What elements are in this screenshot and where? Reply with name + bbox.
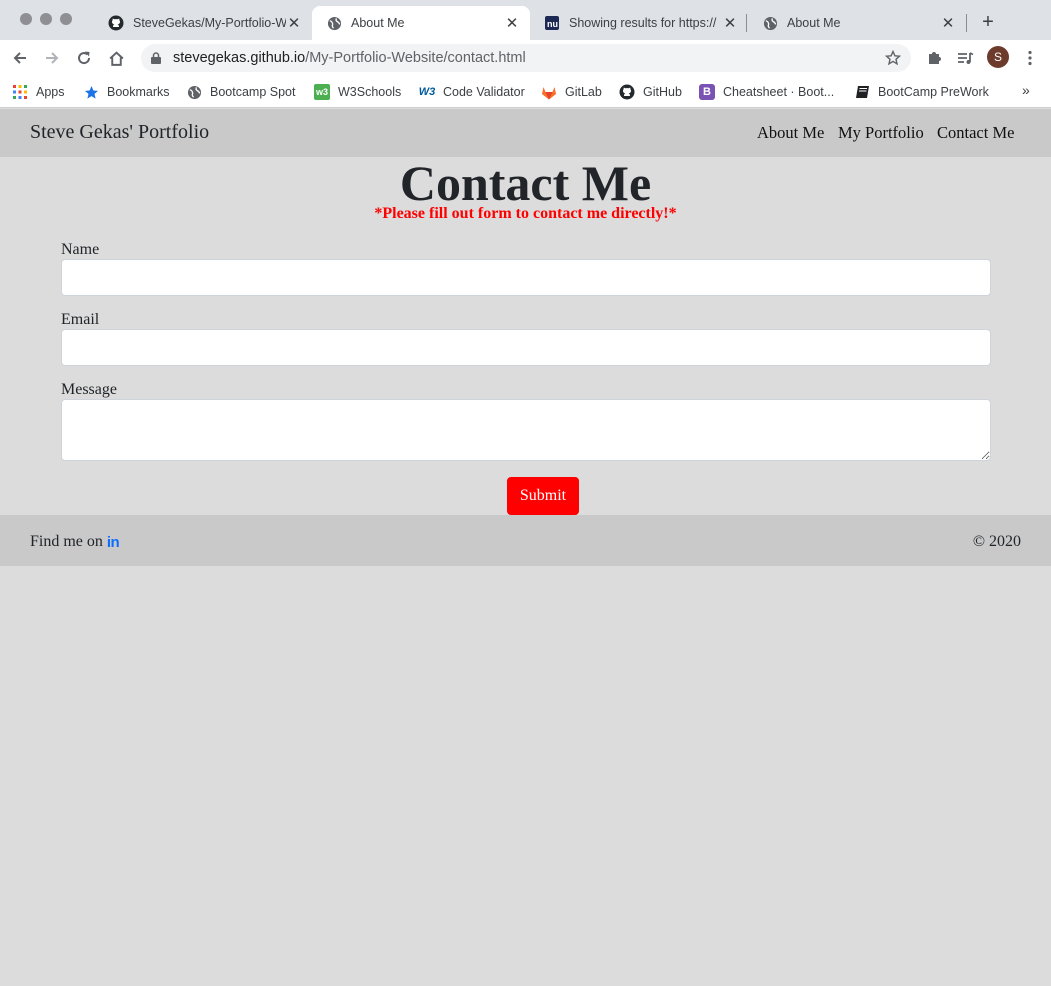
- w3c-icon: W3: [418, 86, 436, 98]
- bookmark-label: Bootcamp Spot: [210, 85, 296, 99]
- name-label: Name: [61, 241, 100, 258]
- bootstrap-icon: B: [699, 84, 715, 100]
- page-subtitle: *Please fill out form to contact me dire…: [374, 205, 677, 222]
- url-path: /My-Portfolio-Website/contact.html: [305, 50, 526, 66]
- submit-button[interactable]: Submit: [507, 477, 579, 515]
- site-brand[interactable]: Steve Gekas' Portfolio: [30, 121, 209, 144]
- bookmarks-bar: Apps Bookmarks Bootcamp Spot w3 W3School…: [0, 76, 1051, 108]
- email-label: Email: [61, 311, 100, 328]
- tab-separator: [966, 14, 967, 32]
- tab-close-icon[interactable]: ✕: [286, 14, 302, 32]
- nav-link-my-portfolio[interactable]: My Portfolio: [838, 123, 924, 143]
- bookmark-label: Bookmarks: [107, 85, 170, 99]
- bookmark-label: BootCamp PreWork: [878, 85, 989, 99]
- bookmark-bootcamp-prework[interactable]: BootCamp PreWork: [854, 82, 989, 102]
- bookmark-label: Apps: [36, 85, 65, 99]
- validator-icon: nu: [544, 15, 560, 31]
- bookmark-code-validator[interactable]: W3 Code Validator: [419, 82, 525, 102]
- bookmark-star-icon[interactable]: [884, 49, 902, 70]
- bookmark-github[interactable]: GitHub: [619, 82, 682, 102]
- site-footer: Find me on in © 2020: [0, 515, 1051, 566]
- window-close-dot[interactable]: [20, 13, 32, 25]
- book-icon: [854, 84, 870, 100]
- tab-title: Showing results for https://: [569, 16, 717, 30]
- tab-close-icon[interactable]: ✕: [722, 14, 738, 32]
- site-navbar: Steve Gekas' Portfolio About Me My Portf…: [0, 109, 1051, 157]
- browser-tab-bar: SteveGekas/My-Portfolio-W ✕ About Me ✕ n…: [0, 0, 1051, 40]
- message-label: Message: [61, 381, 117, 398]
- bookmark-gitlab[interactable]: GitLab: [541, 82, 602, 102]
- window-minimize-dot[interactable]: [40, 13, 52, 25]
- email-input[interactable]: [61, 329, 991, 366]
- address-bar[interactable]: stevegekas.github.io/My-Portfolio-Websit…: [141, 44, 911, 72]
- page-title: Contact Me: [399, 155, 652, 211]
- nav-link-about-me[interactable]: About Me: [757, 123, 824, 143]
- globe-icon: [186, 84, 202, 100]
- copyright-text: © 2020: [972, 533, 1021, 550]
- gitlab-icon: [541, 84, 557, 100]
- message-textarea[interactable]: [61, 399, 991, 461]
- browser-menu-dots-icon[interactable]: [1020, 48, 1040, 68]
- apps-grid-icon: [12, 84, 28, 100]
- tab-github-repo[interactable]: SteveGekas/My-Portfolio-W ✕: [94, 6, 312, 40]
- tab-title: SteveGekas/My-Portfolio-W: [133, 16, 286, 30]
- tab-close-icon[interactable]: ✕: [504, 14, 520, 32]
- extensions-puzzle-icon[interactable]: [924, 48, 944, 68]
- reload-icon[interactable]: [74, 48, 94, 68]
- forward-arrow-icon[interactable]: [42, 48, 62, 68]
- bookmark-cheatsheet[interactable]: B Cheatsheet · Boot...: [699, 82, 834, 102]
- browser-toolbar: stevegekas.github.io/My-Portfolio-Websit…: [0, 40, 1051, 76]
- tab-close-icon[interactable]: ✕: [940, 14, 956, 32]
- bookmark-label: GitLab: [565, 85, 602, 99]
- home-icon[interactable]: [106, 48, 126, 68]
- bookmark-w3schools[interactable]: w3 W3Schools: [314, 82, 401, 102]
- linkedin-icon[interactable]: in: [107, 534, 120, 551]
- github-icon: [108, 15, 124, 31]
- url-host: stevegekas.github.io: [173, 50, 306, 66]
- tab-validator-results[interactable]: nu Showing results for https:// ✕: [530, 6, 748, 40]
- svg-text:nu: nu: [547, 19, 558, 29]
- w3schools-icon: w3: [314, 84, 330, 100]
- tab-separator: [746, 14, 747, 32]
- tab-title: About Me: [351, 16, 405, 30]
- bookmarks-overflow-chevron-icon[interactable]: »: [1022, 82, 1030, 98]
- back-arrow-icon[interactable]: [10, 48, 30, 68]
- bookmark-label: W3Schools: [338, 85, 402, 99]
- bookmark-bookmarks[interactable]: Bookmarks: [83, 82, 170, 102]
- bookmark-label: GitHub: [643, 85, 682, 99]
- bookmark-bootcamp-spot[interactable]: Bootcamp Spot: [186, 82, 295, 102]
- footer-find-me: Find me on in: [30, 533, 120, 551]
- window-zoom-dot[interactable]: [60, 13, 72, 25]
- star-icon: [83, 84, 99, 100]
- find-me-text: Find me on: [30, 533, 103, 550]
- globe-icon: [326, 15, 342, 31]
- lock-icon: [151, 52, 161, 64]
- bookmark-apps[interactable]: Apps: [12, 82, 65, 102]
- bookmark-label: Cheatsheet · Boot...: [723, 85, 835, 99]
- nav-link-contact-me[interactable]: Contact Me: [937, 123, 1014, 143]
- github-icon: [619, 84, 635, 100]
- globe-icon: [762, 15, 778, 31]
- name-input[interactable]: [61, 259, 991, 296]
- tab-title: About Me: [787, 16, 841, 30]
- tab-about-me[interactable]: About Me ✕: [748, 6, 966, 40]
- media-queue-icon[interactable]: [955, 48, 975, 68]
- tab-about-me-active[interactable]: About Me ✕: [312, 6, 530, 40]
- profile-avatar[interactable]: S: [987, 46, 1009, 68]
- new-tab-plus-icon[interactable]: +: [978, 11, 998, 33]
- bookmark-label: Code Validator: [443, 85, 525, 99]
